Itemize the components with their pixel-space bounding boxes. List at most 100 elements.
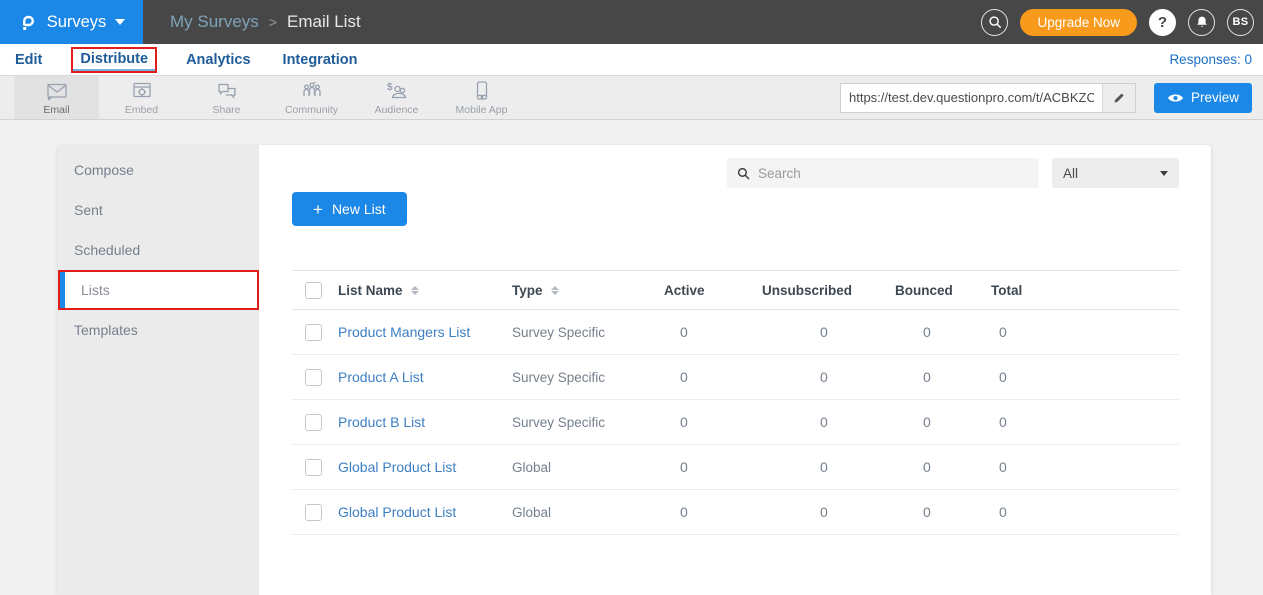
list-search-row: All <box>292 158 1179 188</box>
column-header-list-name[interactable]: List Name <box>338 283 512 298</box>
bell-icon <box>1195 15 1209 29</box>
sidebar-item-compose-label: Compose <box>74 162 134 178</box>
user-avatar[interactable]: BS <box>1227 9 1254 36</box>
sidebar-item-lists[interactable]: Lists <box>58 270 259 310</box>
sidebar-item-templates[interactable]: Templates <box>58 310 259 350</box>
list-search-box <box>727 158 1039 188</box>
sidebar-item-compose[interactable]: Compose <box>58 150 259 190</box>
row-checkbox[interactable] <box>305 414 322 431</box>
unsubscribed-count: 0 <box>762 324 895 340</box>
tab-analytics[interactable]: Analytics <box>185 50 251 70</box>
channel-community-label: Community <box>285 104 338 116</box>
channel-mobile-app-label: Mobile App <box>456 104 508 116</box>
preview-button[interactable]: Preview <box>1154 83 1252 113</box>
sort-icon[interactable] <box>411 286 419 295</box>
new-list-button-label: New List <box>332 201 386 217</box>
embed-icon <box>131 80 153 102</box>
search-button[interactable] <box>981 9 1008 36</box>
table-row: Global Product List Global 0 0 0 0 <box>292 445 1179 490</box>
list-name-link[interactable]: Product B List <box>338 414 512 430</box>
row-checkbox[interactable] <box>305 504 322 521</box>
list-filter-value: All <box>1063 166 1078 181</box>
chevron-down-icon <box>1160 171 1168 176</box>
row-checkbox[interactable] <box>305 324 322 341</box>
channel-mobile-app[interactable]: Mobile App <box>439 76 524 119</box>
select-all-checkbox[interactable] <box>305 282 322 299</box>
app-switcher[interactable]: Surveys <box>0 0 143 44</box>
channel-community[interactable]: Community <box>269 76 354 119</box>
column-header-bounced: Bounced <box>895 283 991 298</box>
tab-integration[interactable]: Integration <box>282 50 359 70</box>
sort-icon[interactable] <box>551 286 559 295</box>
pencil-icon <box>1112 91 1126 105</box>
list-name-link[interactable]: Global Product List <box>338 504 512 520</box>
search-icon <box>737 167 750 180</box>
bounced-count: 0 <box>895 324 991 340</box>
list-name-link[interactable]: Global Product List <box>338 459 512 475</box>
email-icon <box>45 80 69 102</box>
column-header-type[interactable]: Type <box>512 283 664 298</box>
row-checkbox[interactable] <box>305 369 322 386</box>
total-count: 0 <box>991 414 1071 430</box>
preview-button-label: Preview <box>1191 90 1239 105</box>
top-bar: Surveys My Surveys > Email List Upgrade … <box>0 0 1263 44</box>
row-checkbox[interactable] <box>305 459 322 476</box>
list-type: Survey Specific <box>512 370 664 385</box>
sidebar-item-scheduled[interactable]: Scheduled <box>58 230 259 270</box>
survey-url-group <box>840 83 1136 113</box>
table-row: Product Mangers List Survey Specific 0 0… <box>292 310 1179 355</box>
channel-email[interactable]: Email <box>14 76 99 119</box>
list-name-link[interactable]: Product Mangers List <box>338 324 512 340</box>
chevron-down-icon <box>115 19 125 25</box>
column-header-unsubscribed: Unsubscribed <box>762 283 895 298</box>
lists-main-panel: All + New List List Name Type Active Uns… <box>259 145 1211 595</box>
new-list-button[interactable]: + New List <box>292 192 407 226</box>
total-count: 0 <box>991 459 1071 475</box>
sidebar-item-sent-label: Sent <box>74 202 103 218</box>
app-menu-label: Surveys <box>47 13 107 32</box>
questionpro-logo-icon <box>18 12 38 32</box>
svg-text:$: $ <box>387 82 393 93</box>
active-count: 0 <box>664 459 762 475</box>
sidebar-item-lists-label: Lists <box>81 282 110 298</box>
channel-share[interactable]: Share <box>184 76 269 119</box>
list-search-input[interactable] <box>758 166 1029 181</box>
column-header-active: Active <box>664 283 762 298</box>
email-sidebar: Compose Sent Scheduled Lists Templates <box>58 145 259 595</box>
table-row: Product B List Survey Specific 0 0 0 0 <box>292 400 1179 445</box>
unsubscribed-count: 0 <box>762 369 895 385</box>
active-count: 0 <box>664 369 762 385</box>
sidebar-item-scheduled-label: Scheduled <box>74 242 140 258</box>
active-count: 0 <box>664 504 762 520</box>
notifications-button[interactable] <box>1188 9 1215 36</box>
channel-embed[interactable]: Embed <box>99 76 184 119</box>
list-name-link[interactable]: Product A List <box>338 369 512 385</box>
list-type: Global <box>512 460 664 475</box>
active-count: 0 <box>664 324 762 340</box>
upgrade-now-button[interactable]: Upgrade Now <box>1020 9 1137 36</box>
breadcrumb-parent[interactable]: My Surveys <box>170 12 259 32</box>
survey-url-input[interactable] <box>841 84 1102 112</box>
distribute-channel-bar: Email Embed Share Community $ Audience M… <box>0 76 1263 120</box>
active-count: 0 <box>664 414 762 430</box>
list-type: Survey Specific <box>512 325 664 340</box>
channel-share-label: Share <box>212 104 240 116</box>
audience-icon: $ <box>384 80 409 102</box>
bounced-count: 0 <box>895 459 991 475</box>
list-filter-dropdown[interactable]: All <box>1052 158 1179 188</box>
edit-url-button[interactable] <box>1102 84 1135 112</box>
total-count: 0 <box>991 369 1071 385</box>
channel-audience[interactable]: $ Audience <box>354 76 439 119</box>
sidebar-item-sent[interactable]: Sent <box>58 190 259 230</box>
bounced-count: 0 <box>895 504 991 520</box>
breadcrumb-separator-icon: > <box>269 14 277 30</box>
help-button[interactable]: ? <box>1149 9 1176 36</box>
tab-edit[interactable]: Edit <box>14 50 43 70</box>
mobile-app-icon <box>475 80 489 102</box>
lists-table-header: List Name Type Active Unsubscribed Bounc… <box>292 270 1179 310</box>
responses-count[interactable]: Responses: 0 <box>1169 52 1263 67</box>
tab-distribute[interactable]: Distribute <box>73 49 155 71</box>
table-row: Global Product List Global 0 0 0 0 <box>292 490 1179 535</box>
total-count: 0 <box>991 504 1071 520</box>
list-type: Global <box>512 505 664 520</box>
